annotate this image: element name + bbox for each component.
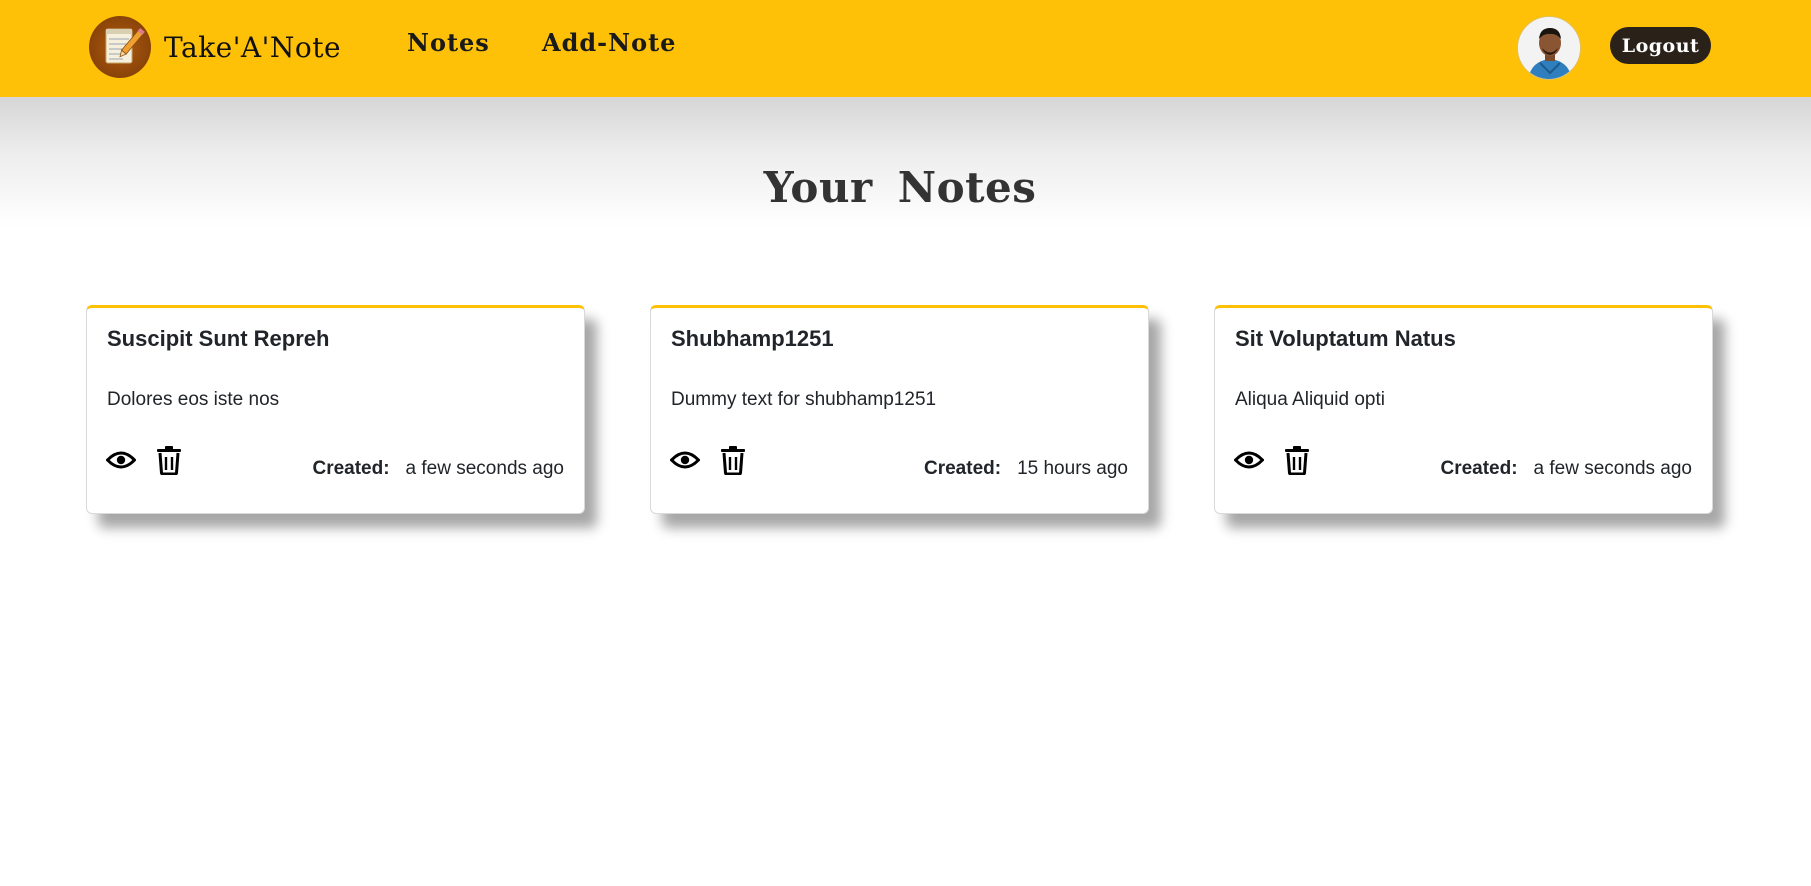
navbar: Take'A'Note Notes Add-Note Logout [0,0,1811,97]
created-label: Created: [312,458,390,479]
note-created: Created: 15 hours ago [924,458,1128,480]
note-actions [106,444,184,476]
note-description: Dolores eos iste nos [107,389,280,410]
created-value: 15 hours ago [1017,458,1128,479]
note-created: Created: a few seconds ago [312,458,564,480]
trash-icon[interactable] [154,444,184,476]
note-title: Sit Voluptatum Natus [1235,326,1456,351]
eye-icon[interactable] [670,444,700,476]
trash-icon[interactable] [1282,444,1312,476]
note-card: Shubhamp1251 Dummy text for shubhamp1251… [650,305,1149,514]
note-title: Suscipit Sunt Repreh [107,326,330,351]
note-title: Shubhamp1251 [671,326,834,351]
created-value: a few seconds ago [405,458,564,479]
trash-icon[interactable] [718,444,748,476]
created-label: Created: [1440,458,1518,479]
note-card: Suscipit Sunt Repreh Dolores eos iste no… [86,305,585,514]
notepad-pencil-icon [89,16,151,78]
note-description: Dummy text for shubhamp1251 [671,389,937,410]
note-created: Created: a few seconds ago [1440,458,1692,480]
created-value: a few seconds ago [1533,458,1692,479]
note-actions [1234,444,1312,476]
user-avatar[interactable] [1517,16,1581,80]
brand[interactable]: Take'A'Note [89,15,341,79]
eye-icon[interactable] [1234,444,1264,476]
note-description: Aliqua Aliquid opti [1235,389,1385,410]
page-title: Your Notes [763,163,1037,212]
note-actions [670,444,748,476]
note-card: Sit Voluptatum Natus Aliqua Aliquid opti… [1214,305,1713,514]
eye-icon[interactable] [106,444,136,476]
logout-button[interactable]: Logout [1610,27,1711,64]
brand-name[interactable]: Take'A'Note [164,31,341,64]
created-label: Created: [924,458,1002,479]
nav-link-add-note[interactable]: Add-Note [542,28,676,57]
nav-link-notes[interactable]: Notes [407,28,490,57]
